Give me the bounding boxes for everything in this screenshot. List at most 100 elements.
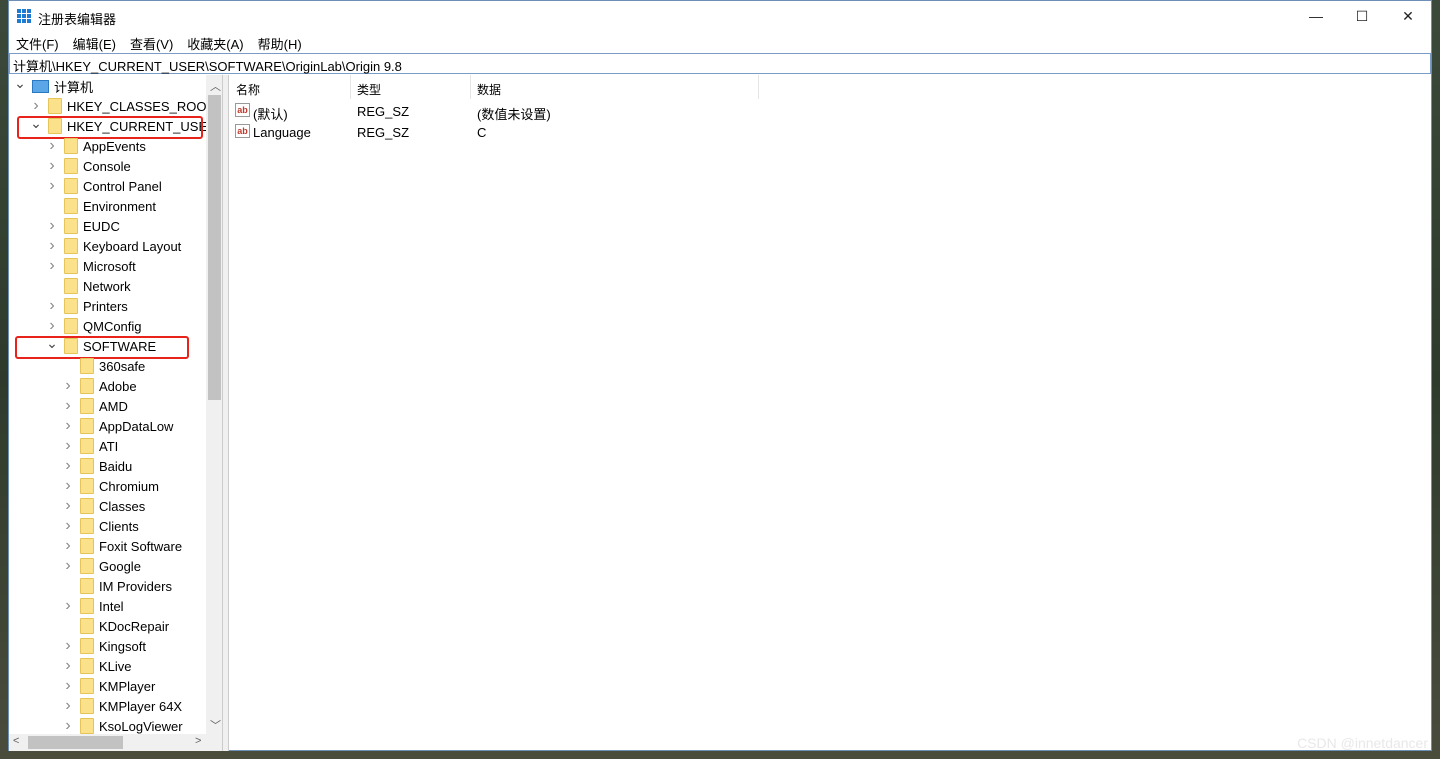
tree-item[interactable]: › Chromium [62,476,159,496]
chevron-right-icon[interactable]: › [46,297,58,315]
maximize-button[interactable]: ☐ [1339,1,1385,31]
tree-horizontal-scrollbar[interactable]: < > [9,734,222,751]
tree-item[interactable]: › EUDC [46,216,120,236]
chevron-right-icon[interactable]: › [62,477,74,495]
menu-item[interactable]: 收藏夹(A) [180,32,250,52]
tree-item-label: HKEY_CLASSES_ROOT [67,98,215,114]
chevron-right-icon[interactable]: › [46,217,58,235]
scroll-down-icon[interactable]: ﹀ [210,717,221,733]
tree-item[interactable]: › Printers [46,296,128,316]
tree-item[interactable]: Environment [46,196,156,216]
tree-item[interactable]: › Clients [62,516,139,536]
tree-vertical-scrollbar[interactable]: ︿ ﹀ [206,75,222,734]
tree-item[interactable]: › Console [46,156,131,176]
tree-item-label: KMPlayer [99,678,156,694]
chevron-right-icon[interactable]: › [62,397,74,415]
tree-item-label: Environment [83,198,156,214]
value-row[interactable]: ab (默认) REG_SZ (数值未设置) [230,101,1431,122]
chevron-right-icon[interactable]: › [62,657,74,675]
tree-item-label: Kingsoft [99,638,146,654]
tree-item[interactable]: › ATI [62,436,118,456]
tree-item[interactable]: › Kingsoft [62,636,146,656]
chevron-right-icon[interactable]: › [62,717,74,735]
horizontal-scroll-thumb[interactable] [28,736,123,749]
string-value-icon: ab [235,103,250,117]
tree-item[interactable]: › Microsoft [46,256,136,276]
tree-item[interactable]: › Control Panel [46,176,162,196]
chevron-right-icon[interactable]: › [46,157,58,175]
tree-item[interactable]: › Foxit Software [62,536,182,556]
tree-item[interactable]: › Keyboard Layout [46,236,181,256]
tree-item-label: KsoLogViewer [99,718,183,734]
folder-icon [80,558,94,574]
chevron-right-icon[interactable]: › [62,377,74,395]
address-bar[interactable]: 计算机\HKEY_CURRENT_USER\SOFTWARE\OriginLab… [9,53,1431,74]
chevron-right-icon[interactable]: › [46,317,58,335]
folder-icon [80,718,94,734]
tree-item[interactable]: › Google [62,556,141,576]
tree-item[interactable]: › KLive [62,656,132,676]
menu-item[interactable]: 帮助(H) [251,32,309,52]
tree-item-label: AMD [99,398,128,414]
chevron-right-icon[interactable]: › [62,637,74,655]
folder-icon [80,538,94,554]
scroll-right-icon[interactable]: > [195,735,201,747]
tree-item-label: 360safe [99,358,146,374]
scroll-left-icon[interactable]: < [13,735,19,747]
tree-item[interactable]: › Adobe [62,376,137,396]
folder-icon [80,598,94,614]
tree-item[interactable]: › Classes [62,496,145,516]
chevron-right-icon[interactable]: › [62,517,74,535]
tree-item[interactable]: › KMPlayer [62,676,155,696]
tree-item[interactable]: KDocRepair [62,616,169,636]
column-header-name[interactable]: 名称 [230,75,351,99]
chevron-right-icon[interactable]: › [62,537,74,555]
chevron-down-icon[interactable]: ⌄ [14,75,26,92]
chevron-right-icon[interactable]: › [62,497,74,515]
pane-splitter[interactable] [223,75,229,751]
chevron-right-icon[interactable]: › [46,237,58,255]
tree-item[interactable]: › AMD [62,396,128,416]
chevron-right-icon[interactable]: › [46,257,58,275]
chevron-right-icon[interactable]: › [62,417,74,435]
tree-item[interactable]: › KMPlayer 64X [62,696,182,716]
value-type: REG_SZ [357,104,410,119]
column-header-data[interactable]: 数据 [471,75,759,99]
tree-item[interactable]: Network [46,276,131,296]
folder-icon [80,638,94,654]
chevron-right-icon[interactable]: › [46,137,58,155]
menu-item[interactable]: 编辑(E) [66,32,123,52]
tree-item[interactable]: › AppDataLow [62,416,173,436]
tree-item[interactable]: ⌄ 计算机 [14,75,93,96]
menu-item[interactable]: 文件(F) [9,32,66,52]
tree-item-label: Foxit Software [99,538,183,554]
chevron-right-icon[interactable]: › [62,697,74,715]
tree-item[interactable]: › Baidu [62,456,132,476]
value-row[interactable]: ab Language REG_SZ C [230,122,1431,142]
chevron-right-icon[interactable]: › [30,97,42,115]
chevron-right-icon[interactable]: › [62,597,74,615]
tree-item-label: Intel [99,598,124,614]
tree-item[interactable]: › QMConfig [46,316,142,336]
chevron-right-icon[interactable]: › [46,177,58,195]
tree-item[interactable]: › Intel [62,596,124,616]
folder-icon [64,318,78,334]
menu-item[interactable]: 查看(V) [123,32,180,52]
tree-item-label: EUDC [83,218,120,234]
close-button[interactable]: ✕ [1385,1,1431,31]
tree-item[interactable]: 360safe [62,356,145,376]
chevron-right-icon[interactable]: › [62,457,74,475]
tree-item-label: Baidu [99,458,133,474]
chevron-right-icon[interactable]: › [62,677,74,695]
vertical-scroll-thumb[interactable] [208,95,221,400]
minimize-button[interactable]: — [1293,1,1339,31]
tree-item[interactable]: › AppEvents [46,136,146,156]
column-header-type[interactable]: 类型 [351,75,471,99]
chevron-right-icon[interactable]: › [62,437,74,455]
scroll-up-icon[interactable]: ︿ [210,78,221,94]
chevron-right-icon[interactable]: › [62,557,74,575]
tree-item[interactable]: › KsoLogViewer [62,716,183,736]
tree-item[interactable]: › HKEY_CLASSES_ROOT [30,96,214,116]
tree-item[interactable]: IM Providers [62,576,172,596]
folder-icon [64,258,78,274]
